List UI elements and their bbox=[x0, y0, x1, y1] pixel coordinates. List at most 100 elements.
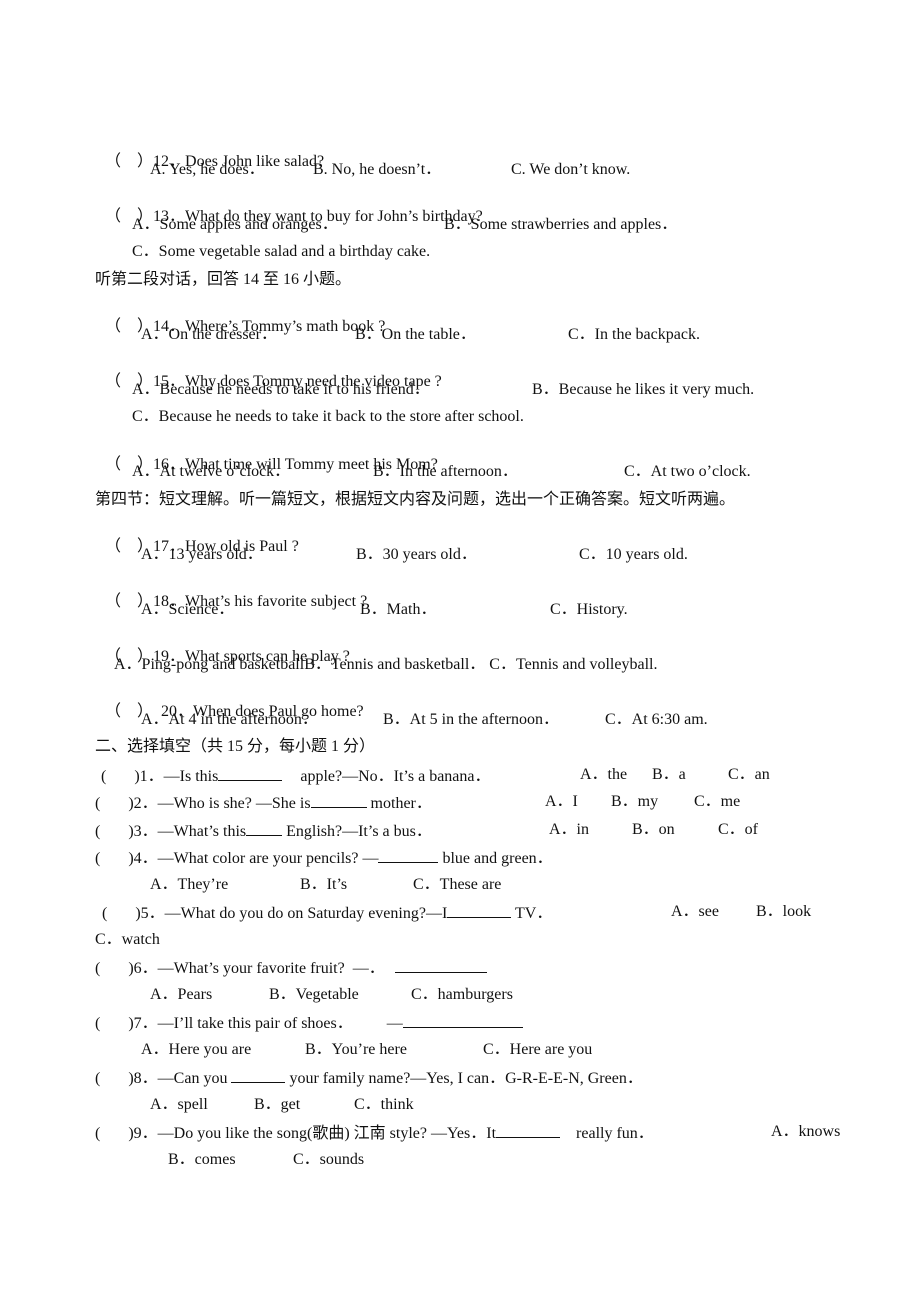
answer-blank bbox=[378, 847, 439, 863]
section-heading: 二、选择填空（共 15 分，每小题 1 分） bbox=[95, 738, 376, 755]
option-a: A．Science． bbox=[141, 601, 235, 618]
option-c: C．These are bbox=[413, 876, 502, 893]
option-a: A．At 4 in the afternoon． bbox=[141, 711, 318, 728]
option-b: B．Vegetable bbox=[269, 986, 359, 1003]
option-c: C．an bbox=[728, 766, 770, 783]
question-number: )7． bbox=[128, 1015, 158, 1032]
option-a: A．They’re bbox=[150, 876, 229, 893]
question-number: )5． bbox=[135, 905, 165, 922]
option-c: C．History. bbox=[550, 601, 628, 618]
option-a: A．Some apples and oranges． bbox=[132, 216, 338, 233]
option-c: C．10 years old. bbox=[579, 546, 688, 563]
question-text: —Is this bbox=[163, 768, 219, 785]
option-b: B．30 years old． bbox=[356, 546, 477, 563]
option-b: B．Tennis and basketball． bbox=[304, 656, 486, 673]
option-c: C．hamburgers bbox=[411, 986, 513, 1003]
option-c: C．of bbox=[718, 821, 759, 838]
fill-question-5: ( )5．—What do you do on Saturday evening?… bbox=[102, 902, 552, 924]
question-text: —Do you like the song(歌曲) 江南 style? —Yes… bbox=[157, 1125, 497, 1142]
option-a: A．At twelve o’clock． bbox=[132, 463, 291, 480]
question-text-after: mother． bbox=[370, 795, 432, 812]
answer-paren: ( bbox=[101, 768, 107, 785]
option-c: C．watch bbox=[95, 931, 160, 948]
answer-paren: ( bbox=[95, 850, 101, 867]
option-a: A．spell bbox=[150, 1096, 208, 1113]
question-text-after: English?—It’s a bus． bbox=[286, 823, 432, 840]
option-a: A．Because he needs to take it to his fri… bbox=[132, 381, 430, 398]
question-text: —What color are your pencils? — bbox=[157, 850, 379, 867]
option-a: A．see bbox=[671, 903, 719, 920]
answer-paren: ( bbox=[95, 1070, 101, 1087]
question-text: —What’s this bbox=[157, 823, 247, 840]
option-a: A．On the dresser． bbox=[141, 326, 277, 343]
option-c: C．Some vegetable salad and a birthday ca… bbox=[132, 243, 431, 260]
question-text-after: really fun． bbox=[576, 1125, 654, 1142]
option-b: B．On the table． bbox=[355, 326, 476, 343]
option-c: C．At 6:30 am. bbox=[605, 711, 708, 728]
fill-question-7: ( )7．—I’ll take this pair of shoes． — bbox=[95, 1012, 523, 1034]
answer-blank bbox=[231, 1067, 286, 1083]
question-number: )6． bbox=[128, 960, 158, 977]
answer-blank bbox=[310, 792, 367, 808]
answer-paren: ( bbox=[95, 795, 101, 812]
option-c: C．Tennis and volleyball. bbox=[489, 656, 658, 673]
fill-question-3: ( )3．—What’s this English?—It’s a bus． bbox=[95, 820, 432, 842]
answer-paren: ( bbox=[95, 1125, 101, 1142]
option-b: B．on bbox=[632, 821, 675, 838]
question-number: )1． bbox=[134, 768, 164, 785]
answer-paren: ( bbox=[95, 960, 101, 977]
question-text-after: blue and green． bbox=[442, 850, 553, 867]
option-a: A．Pears bbox=[150, 986, 213, 1003]
option-b: B. No, he doesn’t． bbox=[313, 161, 442, 178]
option-c: C. We don’t know. bbox=[511, 161, 631, 178]
option-b: B．look bbox=[756, 903, 812, 920]
option-b: B．my bbox=[611, 793, 659, 810]
question-number: )4． bbox=[128, 850, 158, 867]
answer-blank bbox=[246, 820, 283, 836]
answer-paren: ( bbox=[95, 823, 101, 840]
option-c: C．Here are you bbox=[483, 1041, 593, 1058]
fill-question-2: ( )2．—Who is she? —She is mother． bbox=[95, 792, 432, 814]
option-c: C．me bbox=[694, 793, 741, 810]
option-c: C．think bbox=[354, 1096, 414, 1113]
answer-blank bbox=[394, 957, 487, 973]
option-b: B．You’re here bbox=[305, 1041, 407, 1058]
option-c: C．At two o’clock. bbox=[624, 463, 751, 480]
option-a: A．Ping-pong and basketball bbox=[114, 656, 305, 673]
question-text: —Who is she? —She is bbox=[157, 795, 311, 812]
answer-paren: ( bbox=[102, 905, 108, 922]
question-text: —What do you do on Saturday evening?—I bbox=[164, 905, 448, 922]
answer-blank bbox=[496, 1122, 561, 1138]
fill-question-6: ( )6．—What’s your favorite fruit? —． bbox=[95, 957, 487, 979]
question-text-after: — bbox=[386, 1015, 403, 1032]
option-b: B．a bbox=[652, 766, 686, 783]
option-a: A．the bbox=[580, 766, 628, 783]
option-a: A．13 years old． bbox=[141, 546, 263, 563]
option-b: B．Because he likes it very much. bbox=[532, 381, 755, 398]
option-b: B．comes bbox=[168, 1151, 236, 1168]
option-b: B．In the afternoon． bbox=[373, 463, 518, 480]
fill-question-4: ( )4．—What color are your pencils? — blue… bbox=[95, 847, 553, 869]
answer-paren: ( bbox=[95, 1015, 101, 1032]
question-number: )9． bbox=[128, 1125, 158, 1142]
answer-blank bbox=[402, 1012, 523, 1028]
option-c: C．sounds bbox=[293, 1151, 365, 1168]
question-number: )3． bbox=[128, 823, 158, 840]
option-b: B．Math． bbox=[360, 601, 437, 618]
dialog2-instruction: 听第二段对话，回答 14 至 16 小题。 bbox=[95, 271, 352, 288]
option-b: B．It’s bbox=[300, 876, 348, 893]
question-number: )2． bbox=[128, 795, 158, 812]
section4-instruction: 第四节：短文理解。听一篇短文，根据短文内容及问题，选出一个正确答案。短文听两遍。 bbox=[95, 491, 736, 508]
option-a: A. Yes, he does． bbox=[150, 161, 265, 178]
fill-question-1: ()1．—Is this apple?—No．It’s a banana． bbox=[101, 765, 491, 787]
option-a: A．Here you are bbox=[141, 1041, 252, 1058]
option-b: B．Some strawberries and apples． bbox=[444, 216, 678, 233]
question-text: —Can you bbox=[157, 1070, 228, 1087]
options-row: A．Ping-pong and basketballB．Tennis and b… bbox=[114, 655, 657, 675]
option-c: C．Because he needs to take it back to th… bbox=[132, 408, 524, 425]
question-text: —What’s your favorite fruit? —． bbox=[157, 960, 385, 977]
answer-blank bbox=[447, 902, 512, 918]
option-a: A．knows bbox=[771, 1123, 841, 1140]
answer-blank bbox=[218, 765, 283, 781]
question-text: —I’ll take this pair of shoes． bbox=[157, 1015, 353, 1032]
